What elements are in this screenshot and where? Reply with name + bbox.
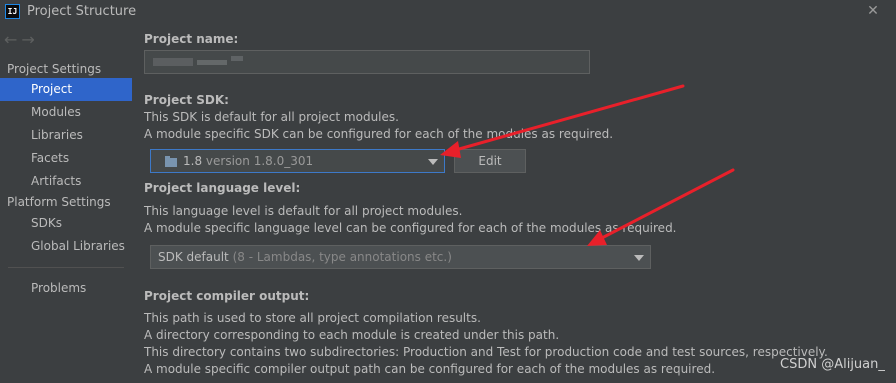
sidebar-item-global-libraries[interactable]: Global Libraries [0, 235, 132, 258]
project-name-input[interactable] [144, 50, 590, 74]
edit-sdk-button[interactable]: Edit [454, 149, 526, 173]
language-level-label: Project language level: [144, 181, 301, 195]
compiler-output-label: Project compiler output: [144, 289, 310, 303]
group-header-project-settings: Project Settings [7, 62, 102, 76]
sidebar-divider [8, 267, 124, 268]
project-settings-panel: Project name: Project SDK: This SDK is d… [132, 24, 896, 383]
sidebar-item-artifacts[interactable]: Artifacts [0, 170, 132, 193]
sdk-folder-icon [165, 156, 177, 167]
sidebar: ←→ Project Settings Project Modules Libr… [0, 24, 132, 383]
project-sdk-description: A module specific SDK can be configured … [144, 127, 614, 141]
language-level-dropdown[interactable]: SDK default (8 - Lambdas, type annotatio… [150, 245, 651, 269]
compiler-output-description: This path is used to store all project c… [144, 311, 481, 325]
compiler-output-description: A directory corresponding to each module… [144, 328, 560, 342]
title-bar: IJ Project Structure ✕ [0, 0, 896, 24]
forward-arrow-icon[interactable]: → [21, 30, 38, 49]
project-name-label: Project name: [144, 32, 239, 46]
language-level-description: This language level is default for all p… [144, 204, 463, 218]
sidebar-item-sdks[interactable]: SDKs [0, 212, 132, 235]
group-header-platform-settings: Platform Settings [7, 195, 111, 209]
sidebar-item-facets[interactable]: Facets [0, 147, 132, 170]
sdk-selected-value: 1.8 version 1.8.0_301 [183, 154, 314, 168]
project-sdk-description: This SDK is default for all project modu… [144, 110, 399, 124]
intellij-app-icon: IJ [5, 4, 20, 19]
redacted-text [153, 58, 193, 66]
chevron-down-icon [428, 159, 438, 165]
compiler-output-description: This directory contains two subdirectori… [144, 345, 828, 359]
language-level-selected-value: SDK default (8 - Lambdas, type annotatio… [158, 250, 452, 264]
project-sdk-label: Project SDK: [144, 93, 229, 107]
window-title: Project Structure [27, 4, 137, 19]
project-sdk-dropdown[interactable]: 1.8 version 1.8.0_301 [150, 149, 445, 173]
csdn-watermark: CSDN @Alijuan_ [780, 357, 885, 372]
compiler-output-description: A module specific compiler output path c… [144, 362, 716, 376]
sidebar-item-libraries[interactable]: Libraries [0, 124, 132, 147]
redacted-text [197, 60, 227, 65]
navigation-arrows: ←→ [4, 30, 39, 49]
back-arrow-icon[interactable]: ← [4, 30, 21, 49]
sidebar-item-project[interactable]: Project [0, 78, 132, 101]
sidebar-item-problems[interactable]: Problems [0, 277, 132, 300]
chevron-down-icon [634, 255, 644, 261]
close-icon[interactable]: ✕ [864, 2, 882, 20]
language-level-description: A module specific language level can be … [144, 221, 677, 235]
sidebar-item-modules[interactable]: Modules [0, 101, 132, 124]
redacted-text [231, 56, 243, 61]
